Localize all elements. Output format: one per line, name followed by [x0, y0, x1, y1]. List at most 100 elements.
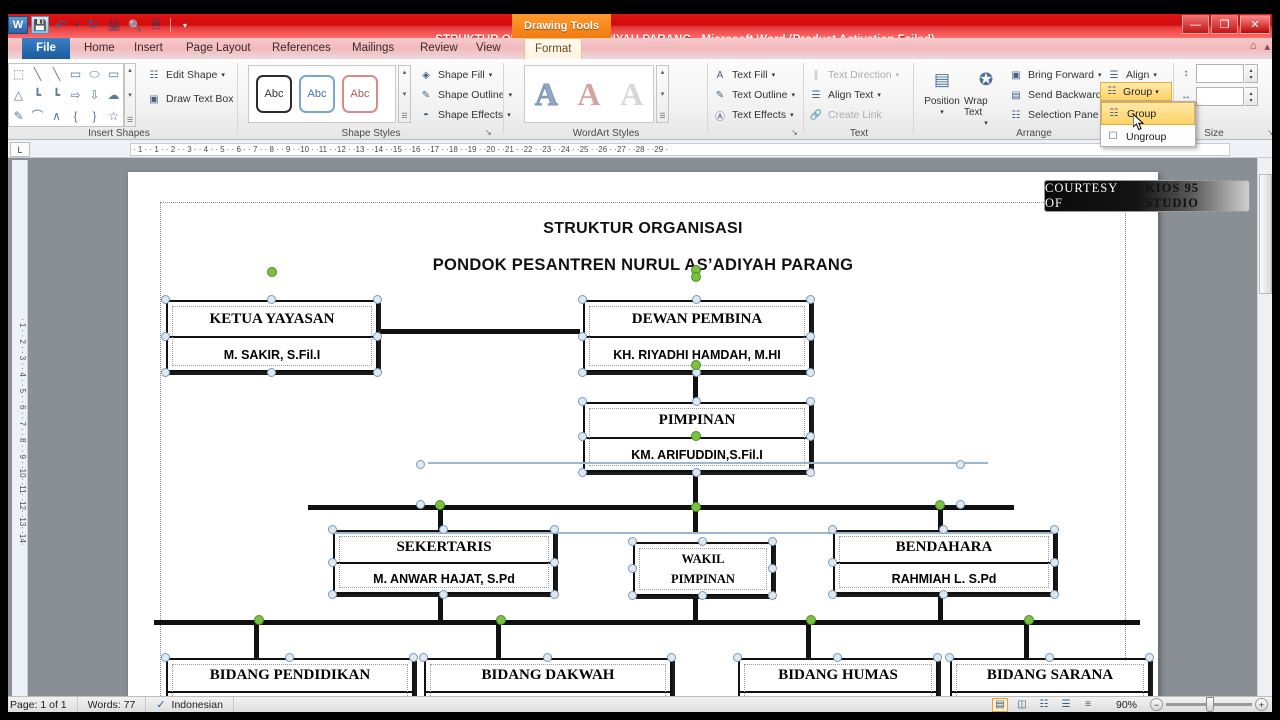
shape-glyph[interactable]: ▭	[108, 67, 119, 81]
tab-view[interactable]: View	[466, 38, 511, 59]
vertical-scrollbar[interactable]	[1257, 158, 1272, 696]
vertical-ruler[interactable]: · 1 · · 2 · · 3 · · 4 · · 5 · · 6 · · 7 …	[12, 160, 28, 696]
word-logo-icon[interactable]: W	[8, 16, 28, 34]
group-button[interactable]: ☷ Group ▾	[1100, 82, 1172, 101]
rotation-handle[interactable]	[691, 360, 701, 370]
scroll-down-icon[interactable]: ▾	[128, 91, 132, 99]
text-outline-button[interactable]: ✎ Text Outline ▾	[712, 85, 795, 105]
selection-handle[interactable]	[267, 368, 276, 377]
selection-pane-button[interactable]: ☷ Selection Pane	[1008, 105, 1109, 125]
collapse-ribbon-icon[interactable]: ▴	[1264, 40, 1270, 53]
view-draft-icon[interactable]: ≡	[1080, 698, 1096, 712]
chevron-down-icon[interactable]: ▾	[489, 71, 493, 79]
wordart-dialog-launcher[interactable]: ↘	[789, 127, 800, 138]
selection-handle[interactable]	[692, 397, 701, 406]
zoom-slider[interactable]: − +	[1150, 697, 1268, 712]
shape-styles-gallery[interactable]: Abc Abc Abc	[248, 65, 396, 123]
shapes-gallery[interactable]: ⬚ ╲ ╲ ▭ ⬭ ▭ △ ┗ ┗ ⇨ ⇩ ☁ ✎ ⌒ ∧ { } ☆	[8, 63, 124, 127]
shape-effects-button[interactable]: ◓ Shape Effects ▾	[418, 105, 512, 125]
selection-handle[interactable]	[806, 295, 815, 304]
selection-handle[interactable]	[373, 295, 382, 304]
spin-down-icon[interactable]: ▾	[1249, 74, 1252, 81]
chevron-down-icon[interactable]: ▾	[940, 108, 944, 116]
tab-review[interactable]: Review	[410, 38, 468, 59]
undo-dropdown-icon[interactable]: ▾	[73, 16, 81, 34]
tab-mailings[interactable]: Mailings	[342, 38, 404, 59]
text-fill-button[interactable]: A Text Fill ▾	[712, 65, 795, 85]
view-outline-icon[interactable]: ☰	[1058, 698, 1074, 712]
shape-glyph[interactable]: ┗	[53, 88, 60, 102]
selection-handle[interactable]	[578, 368, 587, 377]
selection-handle[interactable]	[1045, 653, 1054, 662]
rotation-handle[interactable]	[267, 267, 277, 277]
text-effects-button[interactable]: Ⓐ Text Effects ▾	[712, 105, 795, 125]
shape-glyph[interactable]: ⇨	[70, 88, 80, 102]
draw-text-box-button[interactable]: ▣ Draw Text Box	[146, 89, 233, 109]
selection-handle[interactable]	[733, 653, 742, 662]
selection-handle[interactable]	[373, 368, 382, 377]
selection-handle[interactable]	[667, 653, 676, 662]
status-language[interactable]: Indonesian	[172, 697, 223, 713]
tab-file[interactable]: File	[22, 38, 70, 59]
spin-down-icon[interactable]: ▾	[1249, 97, 1252, 104]
print-icon[interactable]: 🖨	[105, 16, 123, 34]
connector-handle[interactable]	[416, 500, 425, 509]
selection-handle[interactable]	[285, 653, 294, 662]
chevron-down-icon[interactable]: ▾	[791, 91, 795, 99]
shapes-gallery-scrollbar[interactable]: ▴ ▾ ☰	[124, 63, 136, 127]
document-page[interactable]: STRUKTUR ORGANISASI PONDOK PESANTREN NUR…	[128, 172, 1158, 696]
shape-width-input[interactable]	[1196, 87, 1244, 106]
selection-handle[interactable]	[1050, 590, 1059, 599]
selection-handle[interactable]	[578, 295, 587, 304]
wordart-styles-gallery[interactable]: A A A	[524, 65, 654, 123]
selection-handle[interactable]	[933, 653, 942, 662]
chevron-down-icon[interactable]: ▾	[790, 111, 794, 119]
selection-handle[interactable]	[419, 653, 428, 662]
create-link-button[interactable]: 🔗 Create Link	[808, 105, 899, 125]
tab-page-layout[interactable]: Page Layout	[176, 38, 261, 59]
edit-shape-button[interactable]: ☷ Edit Shape ▾	[146, 65, 234, 85]
scroll-down-icon[interactable]: ▾	[403, 90, 407, 98]
selection-handle[interactable]	[267, 295, 276, 304]
view-full-screen-reading-icon[interactable]: ◫	[1014, 698, 1030, 712]
rotation-handle[interactable]	[935, 500, 945, 510]
rotation-handle[interactable]	[435, 500, 445, 510]
node-bidang-sarana[interactable]: BIDANG SARANA ➢HASDI, S.Pd ➢KAMILUDDIN, …	[950, 658, 1150, 696]
selection-handle[interactable]	[628, 564, 637, 573]
selection-handle[interactable]	[373, 332, 382, 341]
selection-handle[interactable]	[550, 525, 559, 534]
selection-handle[interactable]	[828, 558, 837, 567]
shape-glyph[interactable]: }	[92, 109, 96, 123]
minimize-button[interactable]: —	[1182, 15, 1209, 34]
status-language-group[interactable]: ✓ Indonesian	[146, 696, 234, 713]
menu-item-group[interactable]: ☷ Group	[1101, 102, 1195, 125]
selection-handle[interactable]	[768, 537, 777, 546]
chevron-down-icon[interactable]: ▾	[1155, 88, 1159, 96]
selection-handle[interactable]	[806, 397, 815, 406]
selection-handle[interactable]	[1145, 653, 1154, 662]
text-direction-button[interactable]: ∥ Text Direction ▾	[808, 65, 900, 85]
tab-stop-selector[interactable]: L	[10, 142, 30, 157]
customize-qat-icon[interactable]: ▾	[176, 16, 194, 34]
selection-handle[interactable]	[328, 558, 337, 567]
selection-handle[interactable]	[692, 468, 701, 477]
connector-handle[interactable]	[956, 460, 965, 469]
help-icon[interactable]: ⌂	[1250, 40, 1257, 53]
selection-handle[interactable]	[1050, 525, 1059, 534]
selection-handle[interactable]	[161, 332, 170, 341]
shape-glyph[interactable]: ╲	[53, 67, 60, 81]
position-button[interactable]: ▤ Position ▾	[920, 61, 964, 116]
selection-handle[interactable]	[692, 295, 701, 304]
shape-style-preview-red[interactable]: Abc	[342, 75, 378, 113]
shape-height-spinner[interactable]: ▴ ▾	[1245, 64, 1258, 83]
shape-glyph[interactable]: ⌒	[31, 107, 43, 124]
tab-references[interactable]: References	[262, 38, 341, 59]
selection-handle[interactable]	[628, 537, 637, 546]
chevron-down-icon[interactable]: ▾	[1153, 71, 1157, 79]
rotation-handle[interactable]	[691, 272, 701, 282]
shape-height-input[interactable]	[1196, 64, 1244, 83]
scrollbar-thumb[interactable]	[1259, 174, 1272, 294]
view-web-layout-icon[interactable]: ☷	[1036, 698, 1052, 712]
shape-style-preview-blue[interactable]: Abc	[299, 75, 335, 113]
view-print-layout-icon[interactable]: ▤	[992, 697, 1008, 712]
